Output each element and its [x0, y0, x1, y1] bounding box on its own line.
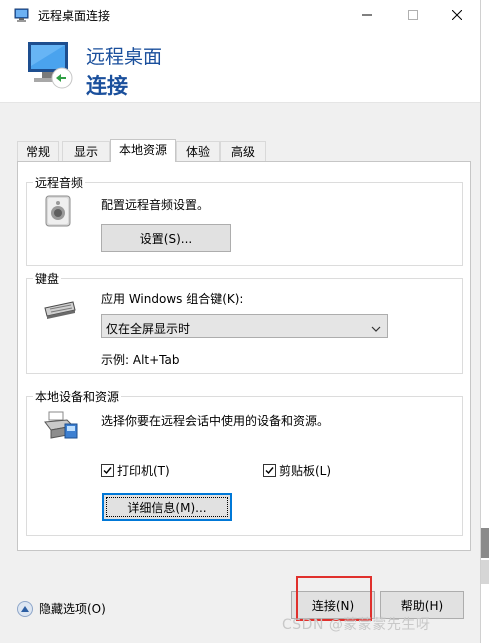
checkmark-icon — [265, 467, 274, 475]
banner: 远程桌面 连接 — [0, 30, 480, 103]
tab-advanced[interactable]: 高级 — [220, 141, 266, 161]
watermark-text: CSDN @蒙蒙蒙先生呀 — [282, 617, 431, 633]
local-devices-description: 选择你要在远程会话中使用的设备和资源。 — [101, 414, 330, 428]
close-button[interactable] — [434, 0, 480, 30]
windows-key-combo-select[interactable]: 仅在全屏显示时 — [101, 314, 388, 338]
clipboard-checkbox-label: 剪贴板(L) — [279, 464, 332, 478]
keyboard-icon — [43, 300, 77, 323]
window-title: 远程桌面连接 — [38, 9, 111, 23]
speaker-icon — [44, 194, 74, 231]
close-icon — [452, 10, 462, 20]
tab-experience[interactable]: 体验 — [176, 141, 220, 161]
keyboard-example: 示例: Alt+Tab — [101, 353, 180, 367]
maximize-button[interactable] — [390, 0, 436, 30]
remote-audio-group: 远程音频 — [26, 174, 463, 266]
local-devices-legend: 本地设备和资源 — [35, 390, 120, 404]
background-window-edge-lower — [481, 560, 489, 584]
remote-desktop-app-icon — [14, 7, 30, 23]
remote-desktop-window: 远程桌面连接 远程桌面 连接 常规 显示 本地资源 体验 高级 远程音频 配置远… — [0, 0, 481, 643]
minimize-icon — [362, 14, 372, 16]
printer-checkbox-label: 打印机(T) — [117, 464, 170, 478]
hide-options-toggle[interactable]: 隐藏选项(O) — [17, 600, 106, 617]
windows-key-combo-label: 应用 Windows 组合键(K): — [101, 292, 244, 306]
banner-subtitle: 连接 — [86, 74, 128, 98]
banner-title: 远程桌面 — [86, 46, 163, 68]
remote-audio-description: 配置远程音频设置。 — [101, 198, 210, 212]
printer-checkbox[interactable]: 打印机(T) — [101, 462, 170, 479]
local-resources-panel: 远程音频 配置远程音频设置。 设置(S)... 键盘 应用 Windows 组合… — [17, 161, 471, 551]
maximize-icon — [408, 10, 418, 20]
checkmark-icon — [103, 467, 112, 475]
remote-desktop-logo-icon — [24, 38, 76, 90]
tab-local-resources[interactable]: 本地资源 — [110, 139, 176, 162]
minimize-button[interactable] — [344, 0, 390, 30]
keyboard-legend: 键盘 — [35, 272, 60, 286]
chevron-up-icon — [17, 600, 33, 617]
details-button[interactable]: 详细信息(M)... — [102, 493, 232, 521]
remote-audio-legend: 远程音频 — [35, 176, 84, 190]
title-bar[interactable]: 远程桌面连接 — [0, 0, 480, 30]
windows-key-combo-value: 仅在全屏显示时 — [106, 322, 191, 336]
tab-display[interactable]: 显示 — [62, 141, 110, 161]
local-devices-group: 本地设备和资源 — [26, 388, 463, 536]
hide-options-label: 隐藏选项(O) — [39, 602, 106, 616]
chevron-down-icon — [371, 322, 381, 336]
clipboard-checkbox-box[interactable] — [263, 464, 276, 477]
background-window-edge — [481, 528, 489, 558]
printer-devices-icon — [43, 410, 79, 445]
audio-settings-button[interactable]: 设置(S)... — [101, 224, 231, 252]
clipboard-checkbox[interactable]: 剪贴板(L) — [263, 462, 331, 479]
tab-general[interactable]: 常规 — [17, 141, 59, 161]
printer-checkbox-box[interactable] — [101, 464, 114, 477]
